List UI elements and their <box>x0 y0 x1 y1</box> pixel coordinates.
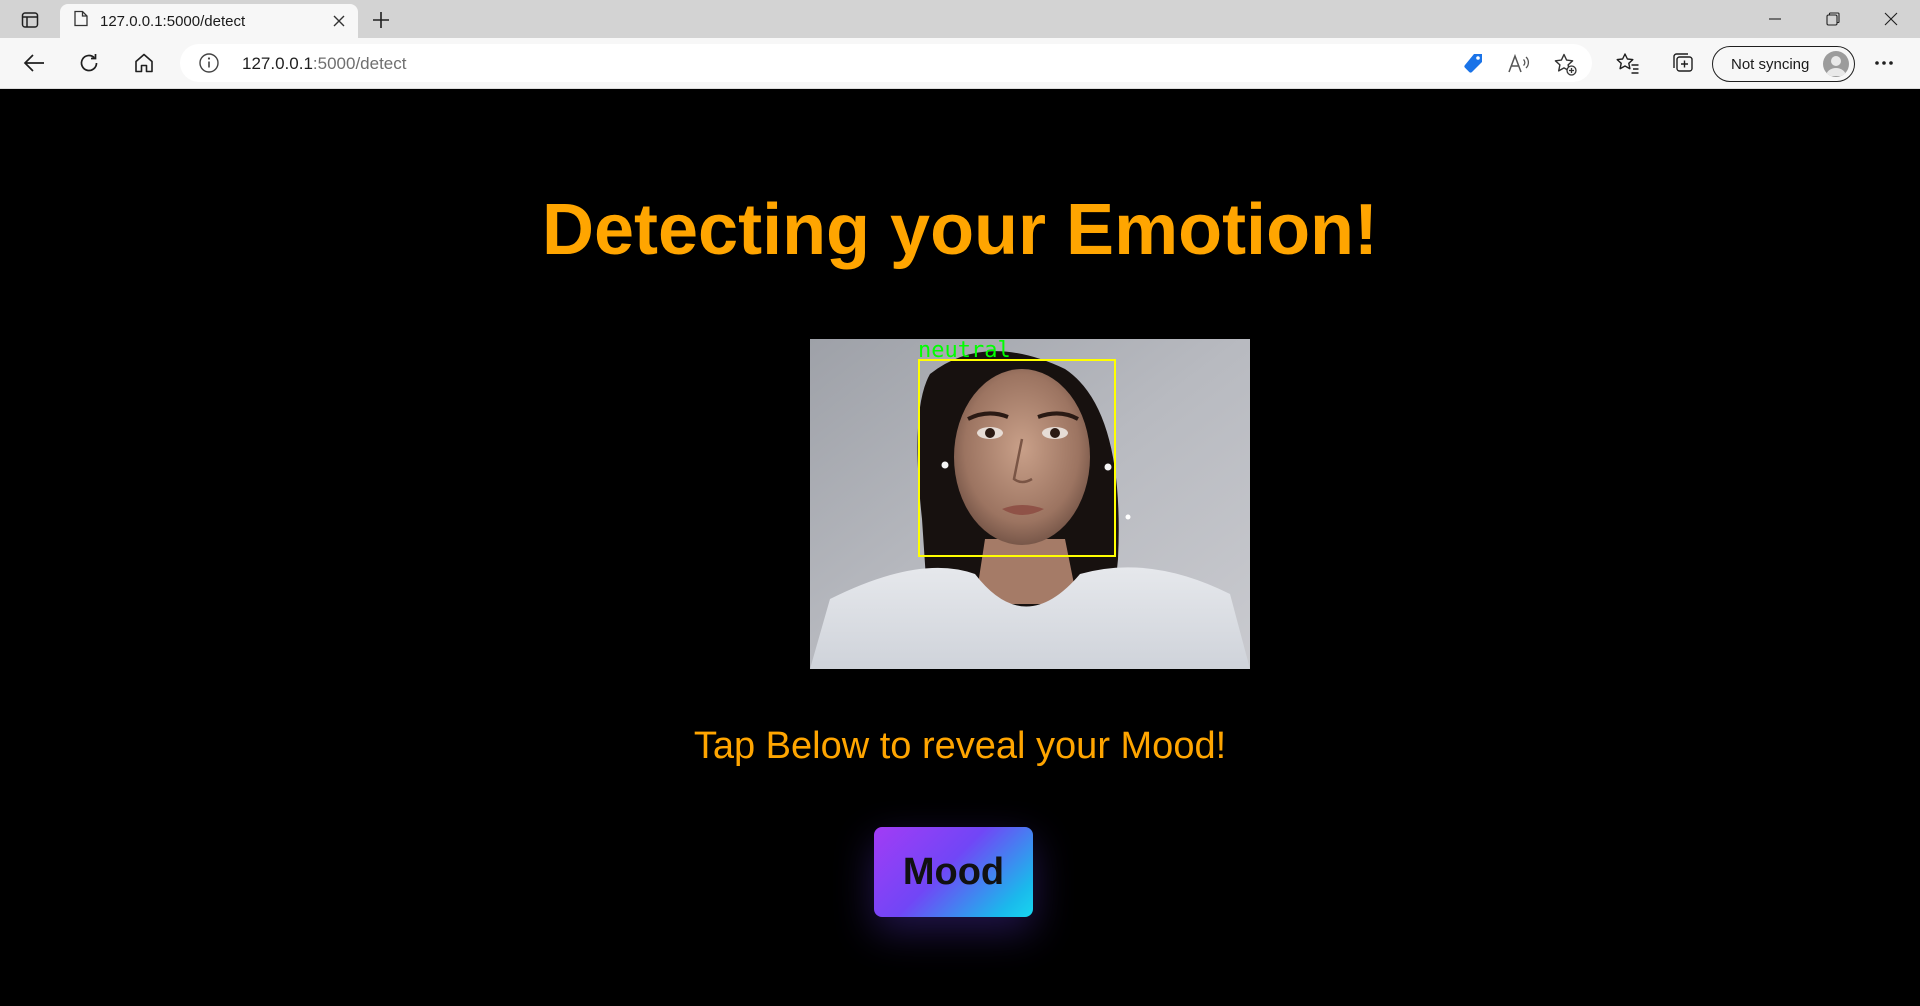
tab-actions-icon[interactable] <box>14 7 46 33</box>
close-icon[interactable] <box>326 8 352 34</box>
avatar <box>1823 51 1849 77</box>
page-icon <box>74 10 88 32</box>
mood-button[interactable]: Mood <box>874 827 1033 917</box>
read-aloud-icon[interactable] <box>1506 51 1532 77</box>
home-icon[interactable] <box>126 46 162 80</box>
close-window-icon[interactable] <box>1868 4 1914 34</box>
tab-title: 127.0.0.1:5000/detect <box>100 12 246 30</box>
emotion-label: neutral <box>918 339 1011 363</box>
restore-icon[interactable] <box>1810 4 1856 34</box>
browser-toolbar: 127.0.0.1:5000/detect Not syncing <box>0 38 1920 89</box>
page-title: Detecting your Emotion! <box>541 190 1378 270</box>
subtitle: Tap Below to reveal your Mood! <box>693 725 1227 767</box>
price-tag-icon[interactable] <box>1460 51 1486 77</box>
star-add-icon[interactable] <box>1552 51 1578 77</box>
page-viewport: Detecting your Emotion! neutral Tap Belo… <box>0 89 1920 1006</box>
webcam-feed: neutral <box>810 339 1250 669</box>
tab-strip: 127.0.0.1:5000/detect <box>0 0 1920 38</box>
minimize-icon[interactable] <box>1752 4 1798 34</box>
favorites-icon[interactable] <box>1610 46 1646 80</box>
plus-icon[interactable] <box>366 6 396 34</box>
address-bar[interactable]: 127.0.0.1:5000/detect <box>180 44 1592 82</box>
collections-icon[interactable] <box>1665 46 1701 80</box>
profile-label: Not syncing <box>1731 55 1810 73</box>
more-icon[interactable] <box>1866 46 1902 80</box>
url-host: 127.0.0.1 <box>242 54 313 73</box>
url-text[interactable]: 127.0.0.1:5000/detect <box>242 54 406 74</box>
back-arrow-icon[interactable] <box>16 46 52 80</box>
refresh-icon[interactable] <box>71 46 107 80</box>
profile-sync-button[interactable]: Not syncing <box>1712 46 1855 82</box>
info-icon[interactable] <box>198 52 220 74</box>
url-path: :5000/detect <box>312 54 407 73</box>
face-detection-box <box>918 359 1116 557</box>
active-tab[interactable]: 127.0.0.1:5000/detect <box>60 4 358 38</box>
